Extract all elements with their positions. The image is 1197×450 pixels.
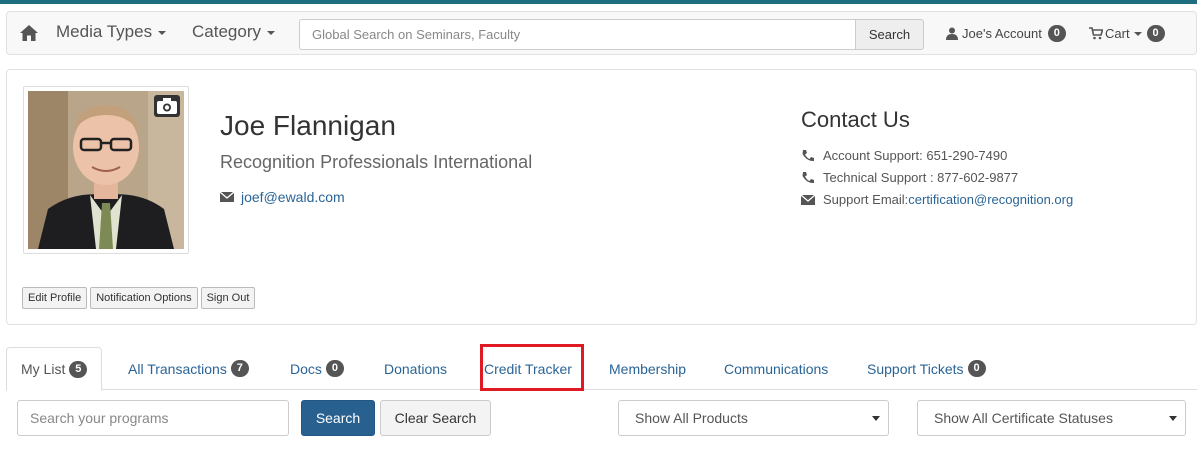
cart-badge: 0 (1146, 25, 1165, 42)
chevron-down-icon (1169, 416, 1177, 421)
cart-label: Cart (1105, 26, 1130, 41)
chevron-down-icon (1133, 31, 1142, 36)
phone-icon (802, 150, 814, 162)
account-support-row: Account Support: 651-290-7490 (801, 148, 1007, 163)
global-search-input[interactable] (299, 19, 855, 50)
account-label: Joe's Account (962, 26, 1042, 41)
cart-menu[interactable]: Cart 0 (1089, 25, 1165, 42)
support-email-link[interactable]: certification@recognition.org (908, 192, 1073, 207)
tab-label: Donations (384, 360, 448, 377)
account-support-text: Account Support: 651-290-7490 (823, 148, 1008, 163)
tab-badge: 5 (69, 360, 88, 378)
phone-icon (802, 172, 814, 184)
tab-label: Docs (290, 360, 322, 377)
certificate-status-select[interactable]: Show All Certificate Statuses (917, 400, 1186, 436)
tab-credit-tracker[interactable]: Credit Tracker (470, 347, 586, 390)
sign-out-button[interactable]: Sign Out (200, 287, 256, 309)
tab-bar: My List 5 All Transactions 7 Docs 0 Dona… (6, 347, 1197, 391)
tab-badge: 7 (230, 360, 249, 377)
tab-label: All Transactions (128, 360, 227, 377)
home-icon[interactable] (19, 23, 39, 43)
envelope-icon (220, 192, 234, 202)
status-select-value: Show All Certificate Statuses (934, 410, 1113, 426)
tab-support-tickets[interactable]: Support Tickets 0 (853, 347, 1000, 390)
media-types-dropdown[interactable]: Media Types (56, 22, 167, 42)
tab-badge: 0 (967, 360, 986, 377)
tab-donations[interactable]: Donations (370, 347, 461, 390)
tab-badge: 0 (325, 360, 344, 377)
tab-all-transactions[interactable]: All Transactions 7 (114, 347, 263, 390)
products-select[interactable]: Show All Products (618, 400, 889, 436)
profile-email[interactable]: joef@ewald.com (220, 189, 345, 205)
tab-label: Support Tickets (867, 360, 964, 377)
profile-name: Joe Flannigan (220, 110, 396, 141)
notification-options-button[interactable]: Notification Options (90, 287, 198, 309)
chevron-down-icon (872, 416, 880, 421)
global-search-button[interactable]: Search (855, 19, 924, 50)
navbar: Media Types Category Search Joe's Accoun… (6, 11, 1197, 55)
user-icon (946, 27, 958, 40)
media-types-label: Media Types (56, 22, 153, 41)
products-select-value: Show All Products (635, 410, 748, 426)
envelope-icon (801, 194, 815, 205)
profile-organization: Recognition Professionals International (220, 152, 533, 172)
support-email-row: Support Email: certification@recognition… (801, 192, 1073, 207)
clear-search-button[interactable]: Clear Search (380, 400, 491, 436)
profile-photo (23, 86, 189, 254)
account-badge: 0 (1047, 25, 1066, 42)
profile-actions: Edit Profile Notification Options Sign O… (22, 287, 256, 309)
edit-profile-button[interactable]: Edit Profile (22, 287, 88, 309)
tab-label: My List (21, 361, 66, 377)
technical-support-text: Technical Support : 877-602-9877 (823, 170, 1019, 185)
program-search-button[interactable]: Search (301, 400, 375, 436)
program-search-input[interactable] (17, 400, 289, 436)
chevron-down-icon (158, 30, 167, 35)
profile-panel: Joe Flannigan Recognition Professionals … (6, 69, 1197, 325)
top-accent-bar (0, 0, 1197, 4)
tab-docs[interactable]: Docs 0 (276, 347, 358, 390)
camera-icon[interactable] (154, 95, 180, 117)
cart-icon (1089, 27, 1103, 40)
category-dropdown[interactable]: Category (192, 22, 275, 42)
email-link[interactable]: joef@ewald.com (241, 189, 345, 205)
account-menu[interactable]: Joe's Account 0 (946, 25, 1066, 42)
support-email-label: Support Email: (823, 192, 909, 207)
tab-label: Membership (609, 360, 687, 377)
technical-support-row: Technical Support : 877-602-9877 (801, 170, 1018, 185)
tab-membership[interactable]: Membership (595, 347, 700, 390)
tab-label: Credit Tracker (484, 360, 572, 377)
category-label: Category (192, 22, 261, 41)
tab-my-list[interactable]: My List 5 (6, 347, 103, 391)
tab-label: Communications (724, 360, 829, 377)
tab-communications[interactable]: Communications (710, 347, 842, 390)
chevron-down-icon (266, 30, 275, 35)
contact-heading: Contact Us (801, 107, 910, 132)
